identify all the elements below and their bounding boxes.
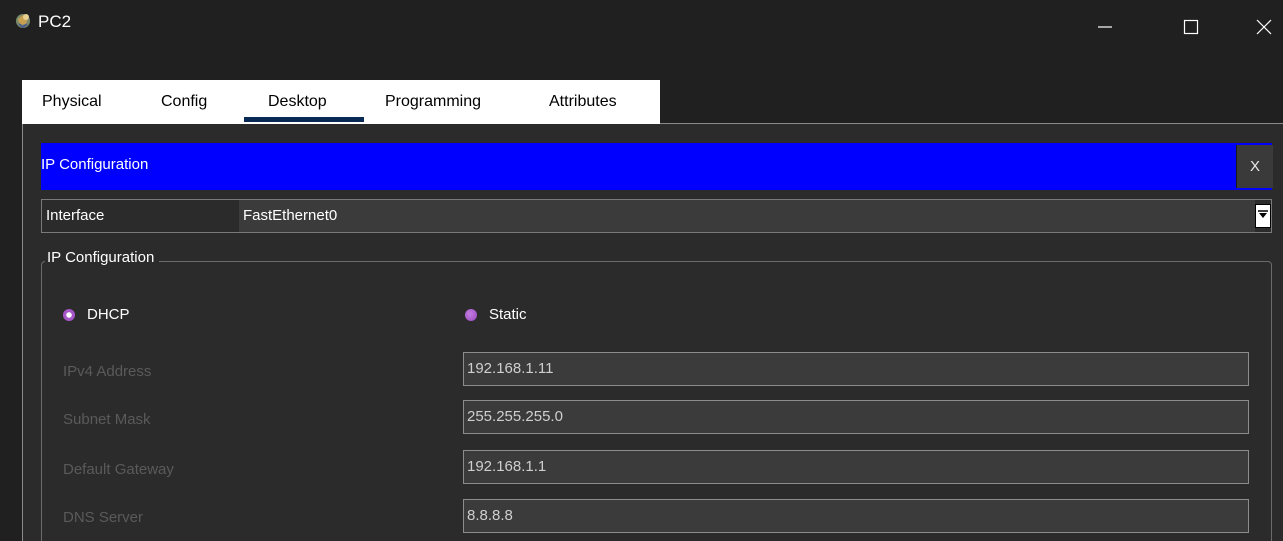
default-gateway-label: Default Gateway (63, 461, 174, 478)
title-bar[interactable]: PC2 (0, 0, 1283, 58)
radio-unselected-icon (465, 309, 477, 321)
tab-desktop[interactable]: Desktop (268, 92, 327, 114)
interface-dropdown-button[interactable] (1255, 204, 1271, 228)
ipv4-address-label: IPv4 Address (63, 363, 152, 380)
subnet-mask-label: Subnet Mask (63, 411, 151, 428)
minimize-icon (1097, 19, 1113, 40)
ip-configuration-header: IP Configuration X (41, 143, 1273, 190)
active-tab-indicator (244, 117, 364, 122)
ip-configuration-group-title: IP Configuration (45, 248, 160, 268)
pc2-window: PC2 Physical Config Desktop Programming … (0, 0, 1283, 541)
chevron-down-icon (1257, 207, 1269, 225)
close-window-button[interactable] (1234, 0, 1283, 58)
dns-server-label: DNS Server (63, 509, 144, 526)
interface-selected-value: FastEthernet0 (243, 207, 338, 224)
tab-config[interactable]: Config (161, 92, 207, 114)
tab-strip: Physical Config Desktop Programming Attr… (22, 80, 1283, 124)
tab-bar: Physical Config Desktop Programming Attr… (22, 80, 660, 124)
interface-select[interactable]: FastEthernet0 (239, 200, 1255, 232)
maximize-button[interactable] (1148, 0, 1234, 58)
subnet-mask-field[interactable]: 255.255.255.0 (463, 400, 1249, 434)
radio-selected-icon (63, 309, 75, 321)
dns-server-field[interactable]: 8.8.8.8 (463, 499, 1249, 533)
dhcp-radio-label: DHCP (87, 306, 130, 323)
static-radio-label: Static (489, 306, 527, 323)
static-radio[interactable]: Static (465, 305, 527, 325)
interface-row: Interface FastEthernet0 (41, 199, 1272, 233)
interface-label: Interface (46, 207, 105, 224)
packet-tracer-pc-icon (14, 12, 32, 30)
close-icon (1255, 18, 1273, 41)
tab-programming[interactable]: Programming (385, 92, 481, 114)
tab-physical[interactable]: Physical (42, 92, 102, 114)
dhcp-radio[interactable]: DHCP (63, 305, 130, 325)
maximize-icon (1183, 19, 1199, 40)
window-title: PC2 (38, 12, 72, 31)
ipv4-address-field[interactable]: 192.168.1.11 (463, 352, 1249, 386)
minimize-button[interactable] (1062, 0, 1148, 58)
tab-attributes[interactable]: Attributes (549, 92, 617, 114)
desktop-panel: IP Configuration X Interface FastEtherne… (22, 124, 1283, 541)
ip-configuration-close-button[interactable]: X (1236, 145, 1273, 188)
ip-configuration-title: IP Configuration (41, 156, 149, 173)
default-gateway-field[interactable]: 192.168.1.1 (463, 450, 1249, 484)
